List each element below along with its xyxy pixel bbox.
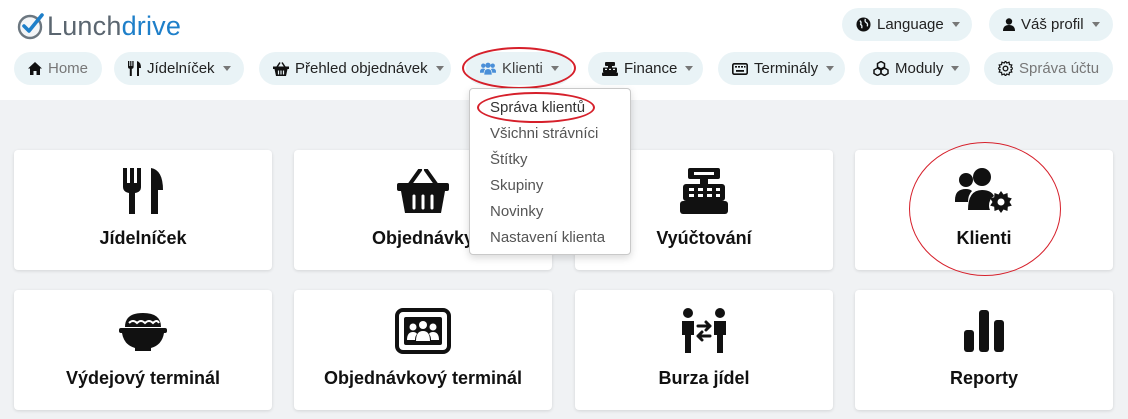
- klienti-dropdown-menu: Správa klientů Všichni strávníci Štítky …: [469, 88, 631, 255]
- nav-sprava-uctu[interactable]: Správa účtu: [984, 52, 1113, 85]
- basket-icon: [273, 61, 289, 77]
- profile-label: Váš profil: [1021, 16, 1084, 33]
- chevron-down-icon: [435, 66, 444, 71]
- bowl-icon: [14, 306, 272, 356]
- terminal-people-icon: [294, 306, 552, 356]
- nav-jidelnicek[interactable]: Jídelníček: [114, 52, 244, 85]
- tile-jidelnicek-label: Jídelníček: [99, 228, 187, 248]
- nav-prehled-label: Přehled objednávek: [295, 60, 428, 77]
- utensils-icon: [128, 61, 141, 77]
- profile-dropdown[interactable]: Váš profil: [989, 8, 1113, 41]
- nav-klienti-label: Klienti: [502, 60, 543, 77]
- nav-terminaly-label: Terminály: [754, 60, 819, 77]
- nav-home[interactable]: Home: [14, 52, 102, 85]
- bar-chart-icon: [855, 306, 1113, 356]
- lunchdrive-logo[interactable]: Lunchdrive: [16, 9, 181, 43]
- nav-terminaly[interactable]: Terminály: [718, 52, 845, 85]
- tile-klienti-label: Klienti: [956, 228, 1012, 248]
- tile-objednavkovy-terminal-label: Objednávkový terminál: [323, 368, 523, 388]
- chevron-down-icon: [1091, 22, 1100, 27]
- language-dropdown[interactable]: Language: [842, 8, 972, 41]
- tile-vydejovy-terminal-label: Výdejový terminál: [65, 368, 221, 388]
- nav-moduly[interactable]: Moduly: [859, 52, 970, 85]
- nav-finance[interactable]: Finance: [588, 52, 703, 85]
- tile-vydejovy-terminal[interactable]: Výdejový terminál: [14, 290, 272, 410]
- home-icon: [28, 61, 42, 77]
- tile-reporty-label: Reporty: [949, 368, 1018, 388]
- logo-text-lunch: Lunch: [47, 10, 122, 41]
- user-icon: [1003, 17, 1015, 33]
- keyboard-icon: [732, 61, 748, 77]
- users-icon: [480, 61, 496, 77]
- nav-prehled-objednavek[interactable]: Přehled objednávek: [259, 52, 451, 85]
- tile-objednavkovy-terminal[interactable]: Objednávkový terminál: [294, 290, 552, 410]
- chevron-down-icon: [222, 66, 231, 71]
- logo-text-drive: drive: [121, 10, 182, 41]
- globe-icon: [856, 17, 871, 33]
- users-gear-icon: [855, 166, 1113, 216]
- menu-item-vsichni-stravnici[interactable]: Všichni strávníci: [490, 125, 598, 142]
- language-label: Language: [877, 16, 944, 33]
- tile-burza-jidel[interactable]: Burza jídel: [575, 290, 833, 410]
- nav-klienti[interactable]: Klienti: [466, 52, 572, 85]
- chevron-down-icon: [685, 66, 694, 71]
- menu-item-skupiny[interactable]: Skupiny: [490, 177, 543, 194]
- menu-item-nastaveni-klienta[interactable]: Nastavení klienta: [490, 229, 605, 246]
- chevron-down-icon: [951, 22, 960, 27]
- nav-jidelnicek-label: Jídelníček: [147, 60, 215, 77]
- menu-item-sprava-klientu[interactable]: Správa klientů: [490, 99, 585, 116]
- tile-jidelnicek[interactable]: Jídelníček: [14, 150, 272, 270]
- nav-sprava-uctu-label: Správa účtu: [1019, 60, 1100, 77]
- nav-home-label: Home: [48, 60, 89, 77]
- top-bar: Lunchdrive Language Váš profil Home Jíde…: [0, 0, 1128, 100]
- nav-moduly-label: Moduly: [895, 60, 944, 77]
- tile-klienti[interactable]: Klienti: [855, 150, 1113, 270]
- menu-item-novinky[interactable]: Novinky: [490, 203, 543, 220]
- logo-check-icon: [16, 11, 46, 41]
- exchange-people-icon: [575, 306, 833, 356]
- cubes-icon: [873, 61, 889, 77]
- chevron-down-icon: [550, 66, 559, 71]
- utensils-icon: [14, 166, 272, 216]
- gear-icon: [998, 61, 1013, 77]
- chevron-down-icon: [951, 66, 960, 71]
- cash-register-icon: [602, 61, 618, 77]
- menu-item-stitky[interactable]: Štítky: [490, 151, 528, 168]
- tile-burza-jidel-label: Burza jídel: [658, 368, 750, 388]
- nav-finance-label: Finance: [624, 60, 678, 77]
- chevron-down-icon: [826, 66, 835, 71]
- tile-reporty[interactable]: Reporty: [855, 290, 1113, 410]
